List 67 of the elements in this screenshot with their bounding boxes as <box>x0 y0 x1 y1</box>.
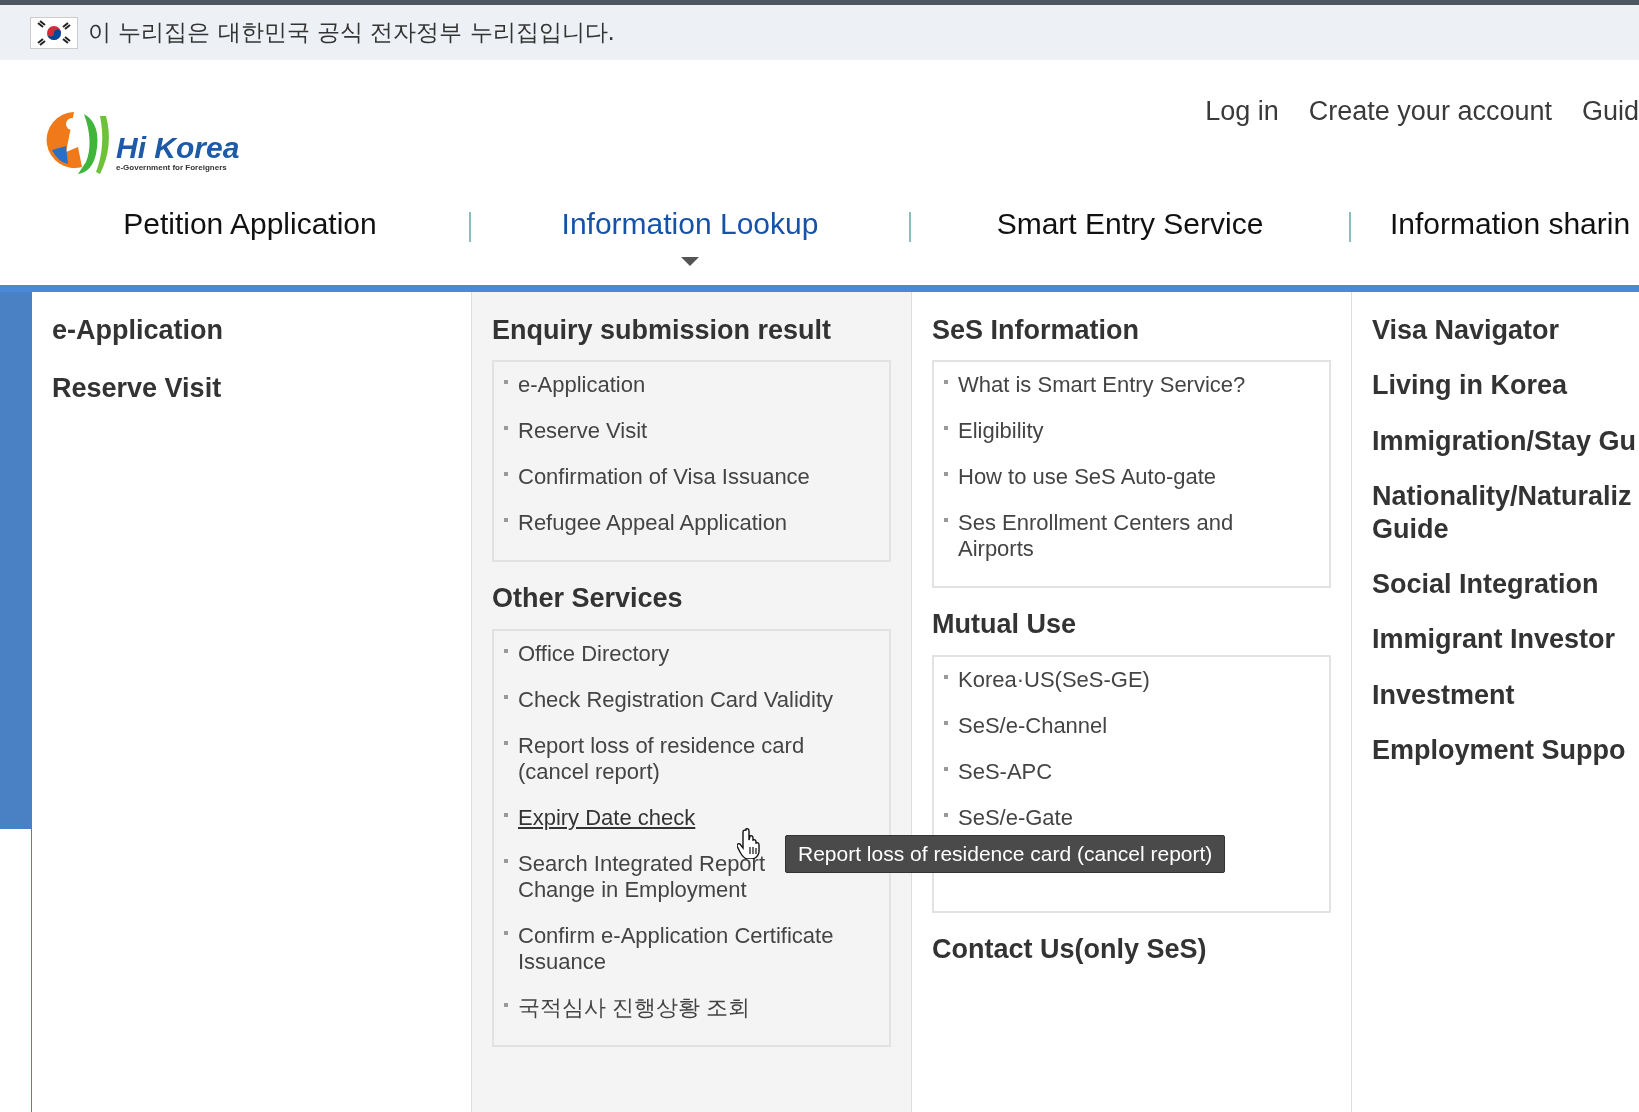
menu-heading[interactable]: e-Application <box>52 314 451 347</box>
nav-tab[interactable]: Information Lookup <box>470 195 910 285</box>
menu-heading[interactable]: Enquiry submission result <box>492 314 891 347</box>
nav-tab[interactable]: Information sharin <box>1350 195 1639 285</box>
caret-icon <box>681 257 699 266</box>
submenu-link[interactable]: SeS/e-Channel <box>958 712 1108 739</box>
flag-icon <box>30 16 78 49</box>
menu-heading[interactable]: Mutual Use <box>932 608 1331 641</box>
menu-heading[interactable]: Investment <box>1372 678 1639 712</box>
bullet-icon <box>504 518 508 523</box>
bullet-icon <box>944 674 948 679</box>
bullet-icon <box>504 380 508 385</box>
submenu-link[interactable]: Confirm e-Application Certificate Issuance <box>518 922 853 975</box>
menu-heading[interactable]: Immigration/Stay Gu <box>1372 424 1639 458</box>
header-link[interactable]: Guid <box>1581 96 1639 136</box>
submenu-link[interactable]: Ses Enrollment Centers and Airports <box>958 510 1293 563</box>
menu-heading[interactable]: SeS Information <box>932 314 1331 347</box>
logo-name: Hi Korea <box>116 133 240 163</box>
submenu-link[interactable]: Eligibility <box>958 418 1044 445</box>
menu-heading[interactable]: Nationality/Naturaliz Guide <box>1372 480 1639 545</box>
header-link[interactable]: Create your account <box>1308 96 1552 136</box>
menu-heading[interactable]: Contact Us(only SeS) <box>932 932 1331 966</box>
bullet-icon <box>944 720 948 725</box>
bullet-icon <box>504 812 508 817</box>
menu-heading[interactable]: Employment Suppo <box>1372 734 1639 767</box>
submenu-link[interactable]: Refugee Appeal Application <box>518 510 788 537</box>
banner-text: 이 누리집은 대한민국 공식 전자정부 누리집입니다. <box>88 18 615 47</box>
tooltip: Report loss of residence card (cancel report) <box>785 835 1226 873</box>
bullet-icon <box>944 518 948 523</box>
submenu-link[interactable]: What is Smart Entry Service? <box>958 372 1246 399</box>
submenu-link[interactable]: Office Directory <box>518 640 670 667</box>
submenu-link[interactable]: Report loss of residence card (cancel report) <box>518 732 853 785</box>
submenu-link[interactable]: Reserve Visit <box>518 418 648 445</box>
submenu-link[interactable]: Expiry Date check <box>518 804 696 831</box>
menu-heading[interactable]: Visa Navigator <box>1372 314 1639 347</box>
submenu-link[interactable]: SeS/e-Gate <box>958 804 1073 831</box>
bullet-icon <box>504 930 508 935</box>
menu-heading[interactable]: Living in Korea <box>1372 369 1639 402</box>
menu-heading[interactable]: Reserve Visit <box>52 372 451 405</box>
submenu-link[interactable]: e-Application <box>518 372 646 399</box>
submenu-link[interactable]: Confirmation of Visa Issuance <box>518 464 810 491</box>
submenu-link[interactable]: Check Registration Card Validity <box>518 686 834 713</box>
submenu-link[interactable]: Korea·US(SeS-GE) <box>958 666 1150 693</box>
bullet-icon <box>944 766 948 771</box>
submenu-link[interactable]: 국적심사 진행상황 조회 <box>518 994 751 1021</box>
bullet-icon <box>944 812 948 817</box>
logo[interactable]: Hi Korea e-Government for Foreigners <box>44 102 240 176</box>
menu-heading[interactable]: Other Services <box>492 582 891 615</box>
bullet-icon <box>504 472 508 477</box>
nav-tab[interactable]: Petition Application <box>30 195 470 285</box>
logo-tagline: e-Government for Foreigners <box>116 163 228 172</box>
bullet-icon <box>504 648 508 653</box>
bullet-icon <box>504 694 508 699</box>
submenu-link[interactable]: Search Integrated Report Change in Employment <box>518 850 766 903</box>
submenu-link[interactable]: How to use SeS Auto-gate <box>958 464 1217 491</box>
bullet-icon <box>944 380 948 385</box>
bullet-icon <box>504 740 508 745</box>
bullet-icon <box>944 426 948 431</box>
bullet-icon <box>504 858 508 863</box>
bullet-icon <box>504 426 508 431</box>
menu-heading[interactable]: Social Integration <box>1372 567 1639 601</box>
bullet-icon <box>944 472 948 477</box>
nav-tab[interactable]: Smart Entry Service <box>910 195 1350 285</box>
menu-heading[interactable]: Immigrant Investor <box>1372 623 1639 656</box>
submenu-link[interactable]: SeS-APC <box>958 758 1053 785</box>
header-link[interactable]: Log in <box>1205 96 1279 136</box>
bullet-icon <box>504 1002 508 1007</box>
